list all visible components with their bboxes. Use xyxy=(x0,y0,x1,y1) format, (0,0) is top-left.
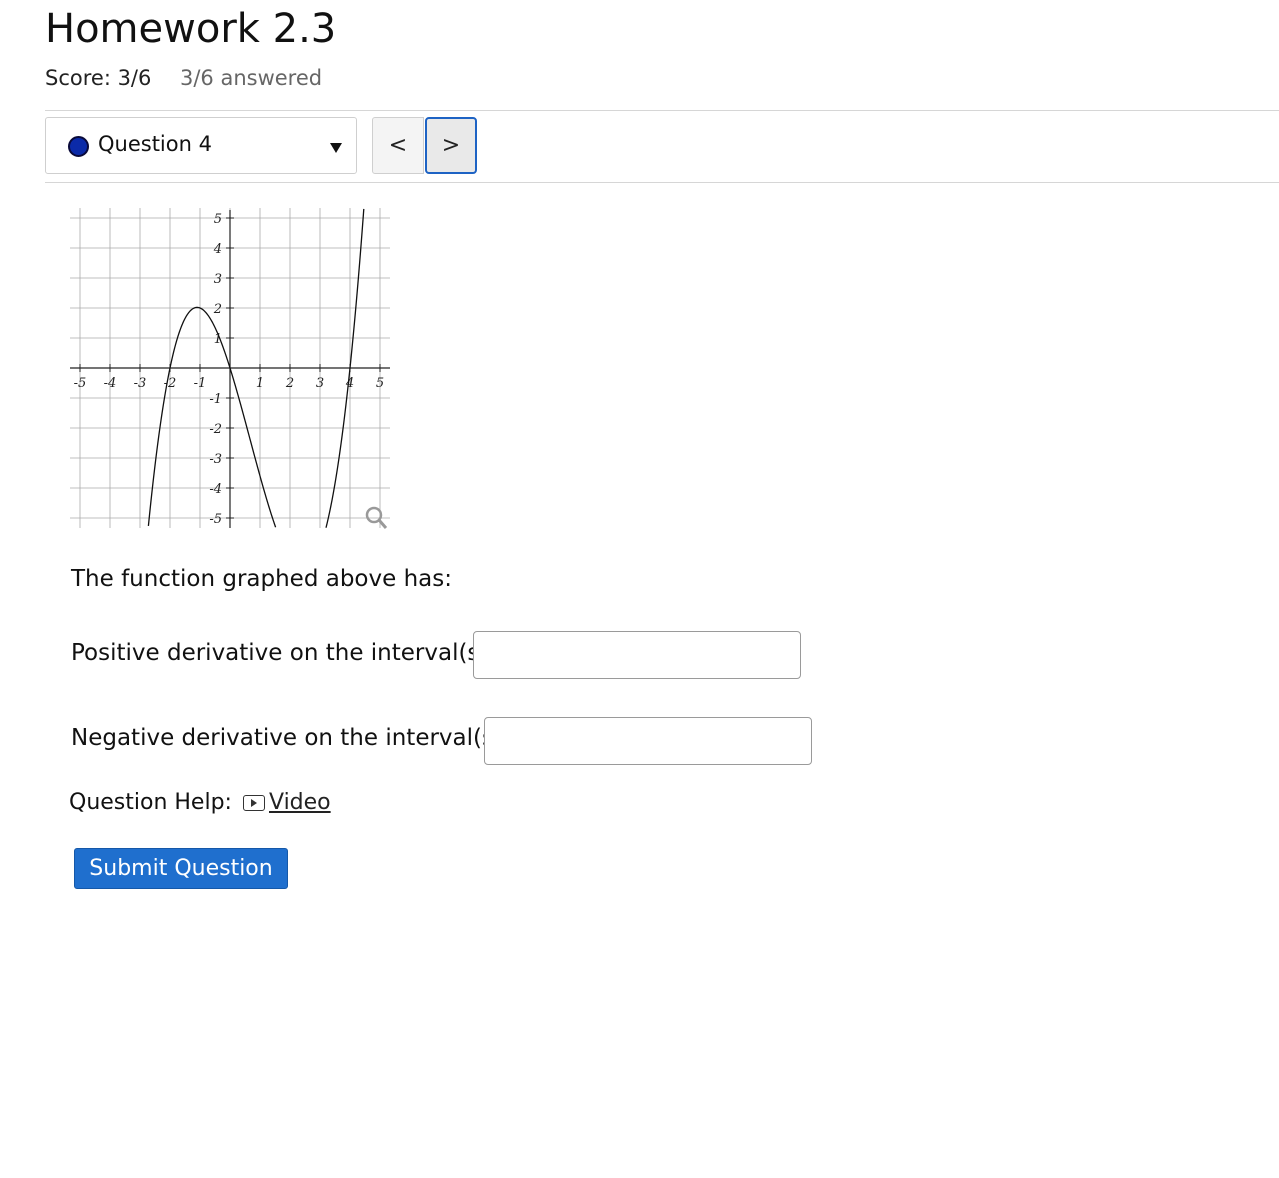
function-graph: -5 -4 -3 -2 -1 1 2 3 4 5 54321-1-2-3-4-5 xyxy=(70,208,390,529)
page-title: Homework 2.3 xyxy=(45,6,337,52)
video-link-label: Video xyxy=(269,790,331,815)
submit-question-button[interactable]: Submit Question xyxy=(74,848,288,889)
y-tick-label: -4 xyxy=(209,482,222,497)
divider-top xyxy=(45,110,1279,111)
x-tick-label: -3 xyxy=(134,376,147,391)
chevron-left-icon: < xyxy=(388,133,408,158)
y-tick-label: -5 xyxy=(209,512,222,527)
positive-derivative-input[interactable] xyxy=(473,631,801,679)
y-tick-label: -1 xyxy=(209,392,222,407)
y-tick-label: -2 xyxy=(209,422,222,437)
y-tick-label: 4 xyxy=(213,242,222,257)
answered-count: 3/6 answered xyxy=(180,66,323,90)
x-tick-label: -5 xyxy=(74,376,87,391)
negative-derivative-input[interactable] xyxy=(484,717,812,765)
x-tick-label: 5 xyxy=(376,376,384,391)
chevron-right-icon: > xyxy=(441,133,461,158)
question-prompt: The function graphed above has: xyxy=(71,566,452,592)
dropdown-caret-icon xyxy=(330,143,342,153)
divider-bottom xyxy=(45,182,1279,183)
question-status-icon xyxy=(68,136,89,157)
x-tick-label: 2 xyxy=(285,376,294,391)
previous-question-button[interactable]: < xyxy=(372,117,424,174)
video-link[interactable]: Video xyxy=(243,790,331,815)
y-tick-label: 5 xyxy=(214,212,222,227)
question-help-label: Question Help: xyxy=(69,790,232,815)
y-tick-label: -3 xyxy=(209,452,222,467)
question-select[interactable]: Question 4 xyxy=(45,117,357,174)
play-icon xyxy=(243,794,265,811)
x-tick-label: -1 xyxy=(194,376,207,391)
y-tick-label: 2 xyxy=(213,302,222,317)
positive-derivative-label: Positive derivative on the interval(s) xyxy=(71,640,489,666)
y-tick-label: 3 xyxy=(214,272,222,287)
negative-derivative-label: Negative derivative on the interval(s) xyxy=(71,725,503,751)
question-select-label: Question 4 xyxy=(98,132,212,156)
score-text: Score: 3/6 xyxy=(45,66,152,90)
x-tick-label: 3 xyxy=(316,376,324,391)
x-tick-label: -4 xyxy=(104,376,117,391)
x-tick-label: 1 xyxy=(256,376,264,391)
next-question-button[interactable]: > xyxy=(425,117,477,174)
